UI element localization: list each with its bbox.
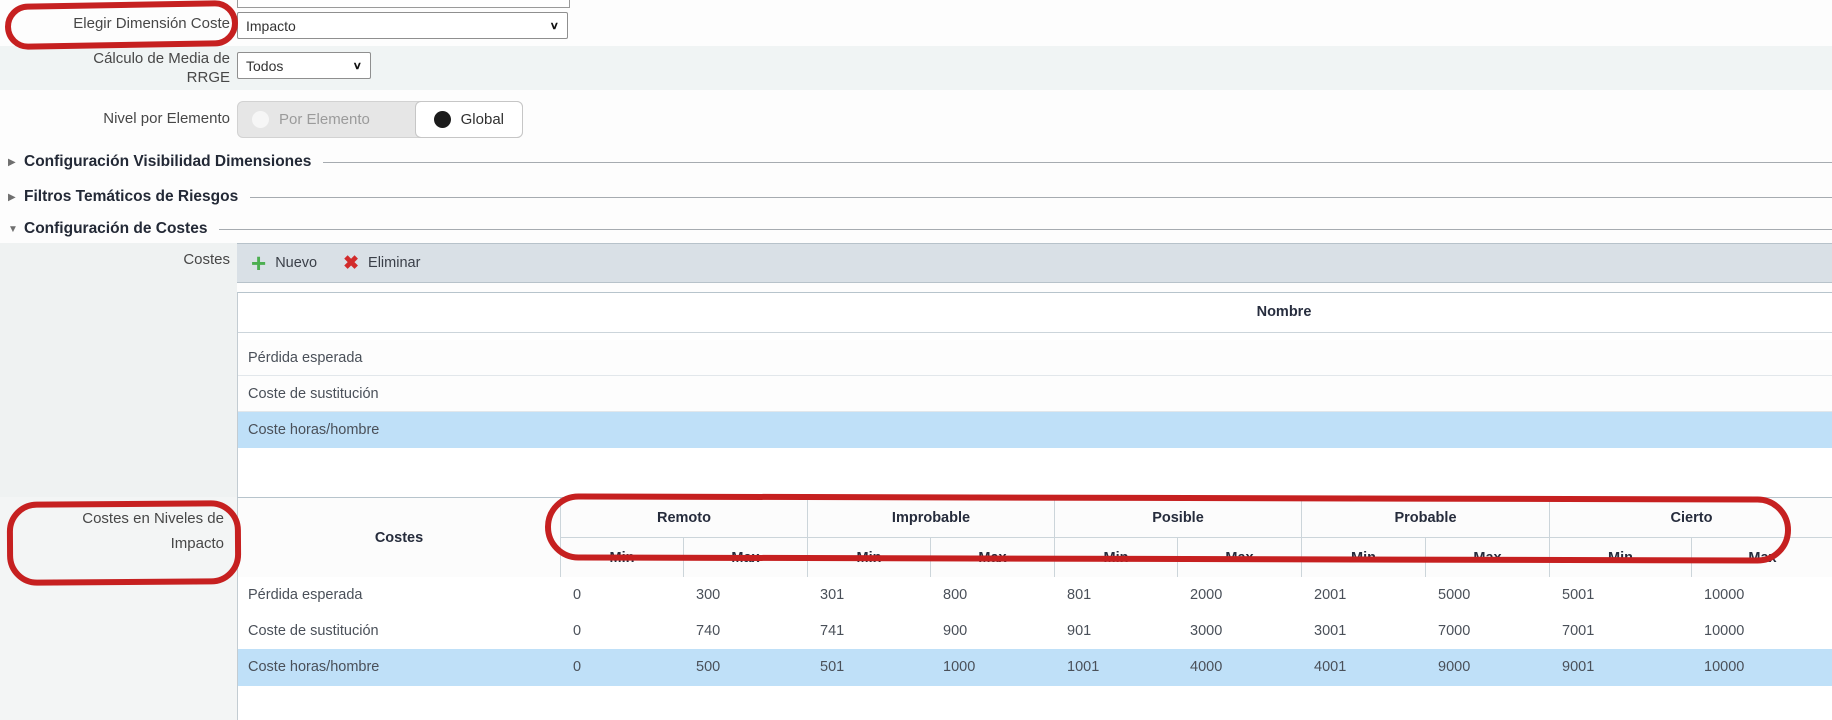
costes-list-header-row: Nombre [238,293,1832,333]
left-label-panel-costes [0,243,237,497]
level-header-remoto: Remoto [560,498,807,538]
niveles-impacto-table: Costes Remoto Improbable Posible Probabl… [237,497,1832,720]
eliminar-button[interactable]: ✖ Eliminar [343,252,420,275]
min-header: Min [560,538,683,577]
max-header: Max [1177,538,1301,577]
min-header: Min [1301,538,1425,577]
level-header-probable: Probable [1301,498,1549,538]
level-header-cierto: Cierto [1549,498,1832,538]
section-configuracion-costes[interactable]: ▼ Configuración de Costes [0,219,1832,239]
risk-cost-config-screen: Elegir Dimensión Coste Impacto ∨ Cálculo… [0,0,1832,720]
table-row[interactable]: Pérdida esperada 0 300 301 800 801 2000 … [238,577,1832,614]
min-header: Min [807,538,930,577]
section-rule [323,162,1832,163]
plus-icon: + [251,253,266,273]
max-header: Max [1425,538,1549,577]
toggle-option-por-elemento[interactable]: Por Elemento [238,102,416,137]
niveles-label-line1: Costes en Niveles de [0,509,224,528]
x-icon: ✖ [343,252,359,275]
min-header: Min [1549,538,1691,577]
dimension-select-value: Impacto [246,18,549,34]
max-header: Max [1691,538,1832,577]
table-row[interactable]: Pérdida esperada [238,340,1832,376]
level-header-posible: Posible [1054,498,1301,538]
nuevo-button[interactable]: + Nuevo [251,253,317,273]
section-filtros-tematicos[interactable]: ▶ Filtros Temáticos de Riesgos [0,187,1832,207]
level-header-improbable: Improbable [807,498,1054,538]
media-select-value: Todos [246,58,352,74]
nombre-column-header: Nombre [1257,304,1312,320]
nivel-label: Nivel por Elemento [0,109,230,128]
radio-selected-icon [434,111,451,128]
media-label-line1: Cálculo de Media de [0,49,230,68]
collapsed-arrow-icon: ▶ [8,192,24,203]
table-row-selected[interactable]: Coste horas/hombre 0 500 501 1000 1001 4… [238,649,1832,686]
costes-corner-header: Costes [238,498,560,577]
left-label-panel-niveles [0,497,237,720]
table-row[interactable]: Coste de sustitución 0 740 741 900 901 3… [238,613,1832,650]
radio-unselected-icon [252,111,269,128]
toggle-option-global[interactable]: Global [415,101,523,138]
costes-toolbar: + Nuevo ✖ Eliminar [237,243,1832,283]
dimension-select[interactable]: Impacto ∨ [237,12,568,39]
max-header: Max [683,538,807,577]
dimension-label: Elegir Dimensión Coste [0,14,230,33]
max-header: Max [930,538,1054,577]
collapsed-arrow-icon: ▶ [8,157,24,168]
media-select[interactable]: Todos ∨ [237,52,371,79]
min-header: Min [1054,538,1177,577]
costes-label: Costes [0,250,230,269]
table-row[interactable]: Coste de sustitución [238,376,1832,412]
expanded-arrow-icon: ▼ [8,224,24,235]
chevron-down-icon: ∨ [352,59,362,72]
section-visibilidad-dimensiones[interactable]: ▶ Configuración Visibilidad Dimensiones [0,152,1832,172]
chevron-down-icon: ∨ [549,19,559,32]
table-row-selected[interactable]: Coste horas/hombre [238,412,1832,448]
media-label-line2: RRGE [0,68,230,87]
cropped-element-top [237,0,570,8]
costes-list-table: Nombre Pérdida esperada Coste de sustitu… [237,292,1832,497]
nivel-toggle: Por Elemento Global [237,101,523,138]
section-rule [219,229,1832,230]
niveles-label-line2: Impacto [0,534,224,553]
section-rule [250,197,1832,198]
